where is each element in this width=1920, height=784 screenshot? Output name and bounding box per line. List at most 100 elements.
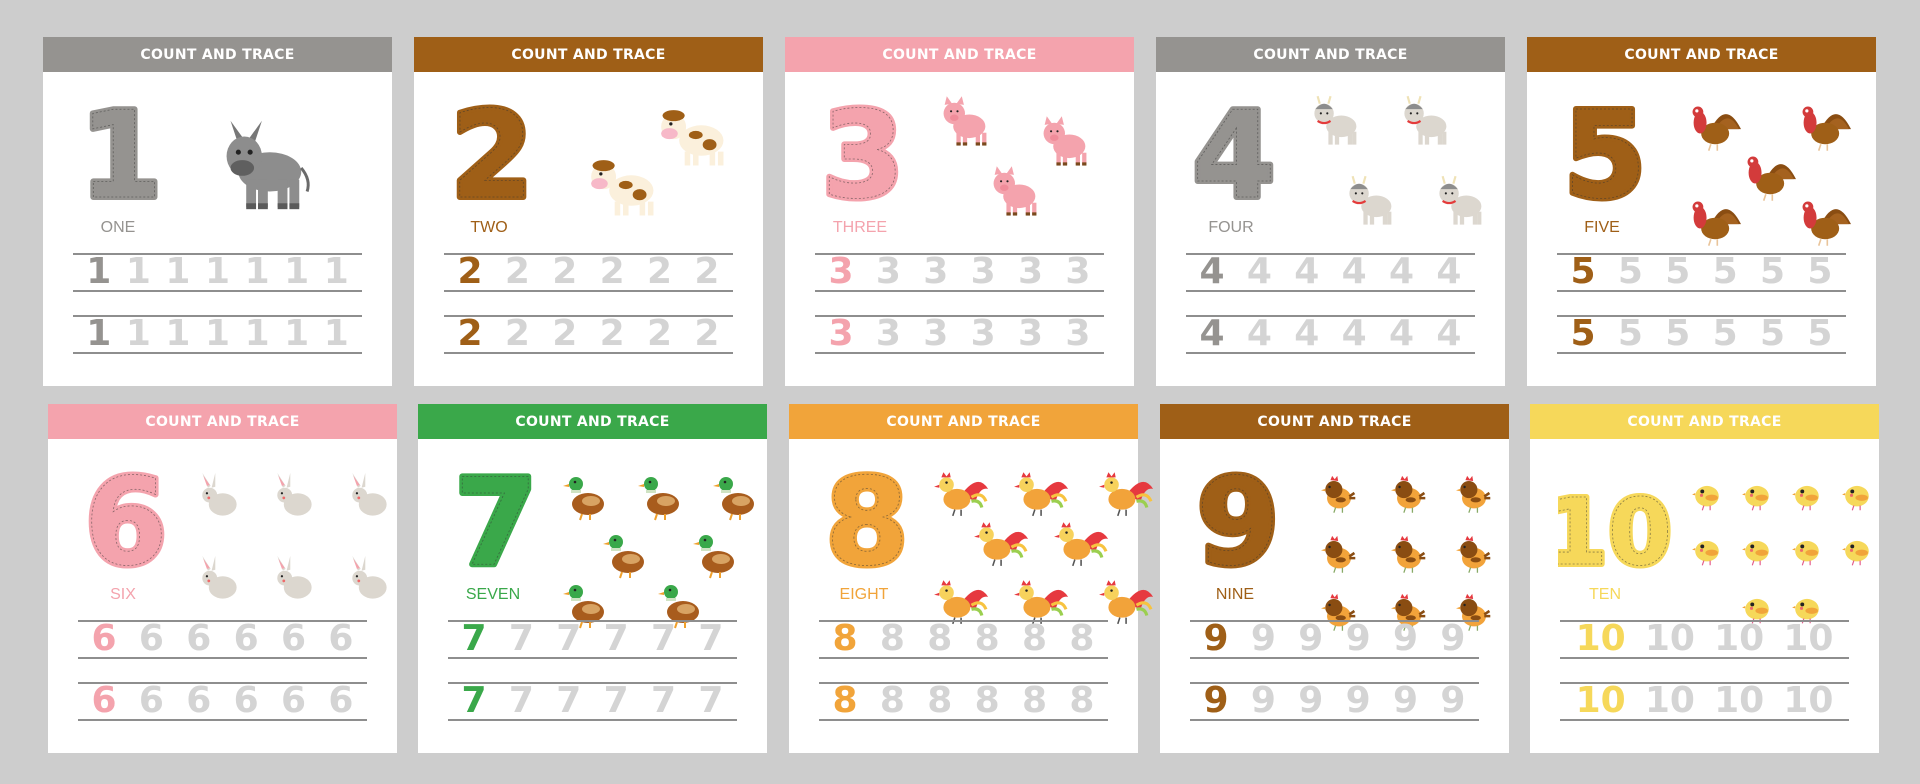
trace-line: 777777 (448, 620, 737, 659)
trace-digit: 7 (556, 618, 582, 659)
trace-digit: 6 (138, 680, 164, 721)
trace-digit: 1 (204, 313, 231, 354)
trace-digit: 3 (970, 251, 996, 292)
trace-digit: 3 (923, 313, 949, 354)
trace-digit: 7 (698, 680, 724, 721)
trace-line: 333333 (815, 253, 1104, 292)
trace-digit: 1 (323, 313, 349, 354)
trace-digit: 8 (879, 618, 905, 659)
turkey-icon (1737, 149, 1799, 209)
trace-digit: 4 (1294, 251, 1320, 292)
trace-digit: 7 (556, 680, 582, 721)
trace-digit: 7 (698, 618, 724, 659)
rooster-icon (1049, 516, 1109, 574)
tracing-numeral-shape: 6 6 (81, 451, 171, 596)
card-header: COUNT AND TRACE (785, 37, 1134, 72)
trace-digit: 5 (1665, 313, 1691, 354)
sample-digit: 3 (828, 313, 854, 354)
trace-digit: 9 (1393, 618, 1419, 659)
chick-icon (1735, 471, 1779, 519)
rabbit-icon (268, 471, 320, 527)
animal-group (925, 79, 1125, 249)
trace-digit: 9 (1393, 680, 1419, 721)
trace-digit: 1 (244, 313, 270, 354)
trace-digit: 3 (1018, 251, 1044, 292)
trace-line: 666666 (78, 682, 367, 721)
turkey-icon (1682, 194, 1744, 254)
turkey-icon (1792, 99, 1854, 159)
sample-digit: 1 (86, 251, 112, 292)
sample-digit: 2 (457, 313, 483, 354)
sample-digit: 5 (1570, 251, 1596, 292)
trace-digit: 7 (651, 680, 677, 721)
trace-digit: 9 (1345, 618, 1371, 659)
rabbit-icon (268, 554, 320, 610)
animal-group (554, 79, 754, 249)
hen-icon (1385, 468, 1433, 522)
trace-digit: 8 (1022, 680, 1048, 721)
sample-digit: 4 (1199, 251, 1225, 292)
trace-digit: 2 (599, 251, 625, 292)
trace-line: 1111111 (73, 253, 362, 292)
trace-line: 888888 (819, 682, 1108, 721)
svg-text:9: 9 (1196, 454, 1280, 584)
sample-digit: 10 (1575, 618, 1626, 659)
hen-icon (1385, 528, 1433, 582)
sample-digit: 8 (832, 618, 858, 659)
card-header: COUNT AND TRACE (414, 37, 763, 72)
tracing-numeral-shape: 2 2 (447, 84, 537, 229)
trace-line: 10 10 10 10 (1560, 682, 1849, 721)
trace-digit: 6 (233, 618, 259, 659)
trace-digit: 5 (1712, 313, 1738, 354)
trace-digit: 2 (647, 251, 673, 292)
trace-line: 666666 (78, 620, 367, 659)
trace-line: 888888 (819, 620, 1108, 659)
trace-digit: 1 (125, 251, 151, 292)
trace-digit: 7 (508, 618, 534, 659)
worksheet-card-ten: COUNT AND TRACE 10 10 TEN 10 10 10 10 10 10 10 1… (1530, 404, 1879, 753)
tracing-numeral: 3 3 (813, 84, 923, 229)
trace-line: 777777 (448, 682, 737, 721)
number-word: THREE (832, 219, 888, 236)
worksheet-card-four: COUNT AND TRACE 4 4 FOUR 4 4 4 4 4 4 4 4… (1156, 37, 1505, 386)
trace-digit: 1 (244, 251, 270, 292)
card-header: COUNT AND TRACE (418, 404, 767, 439)
svg-text:7: 7 (454, 454, 538, 584)
trace-digit: 4 (1341, 313, 1367, 354)
trace-digit: 10 (1714, 680, 1765, 721)
tracing-numeral-shape: 10 10 (1541, 476, 1675, 589)
pig-icon (985, 164, 1045, 224)
tracing-numeral-shape: 5 5 (1560, 84, 1650, 229)
worksheet-card-two: COUNT AND TRACE 2 2 TWO 222222222222 (414, 37, 763, 386)
trace-line: 10 10 10 10 (1560, 620, 1849, 659)
animal-group (1667, 79, 1867, 249)
trace-digit: 1 (284, 313, 310, 354)
trace-digit: 6 (281, 618, 307, 659)
trace-digit: 8 (974, 618, 1000, 659)
trace-digit: 2 (694, 251, 720, 292)
goat-icon (1396, 94, 1458, 154)
trace-digit: 4 (1389, 251, 1415, 292)
sample-digit: 7 (461, 618, 487, 659)
trace-digit: 1 (165, 251, 191, 292)
trace-digit: 2 (552, 313, 578, 354)
trace-digit: 8 (974, 680, 1000, 721)
trace-digit: 9 (1250, 680, 1276, 721)
number-word: FOUR (1208, 219, 1254, 236)
trace-digit: 1 (204, 251, 231, 292)
trace-digit: 6 (281, 680, 307, 721)
trace-digit: 8 (1069, 680, 1095, 721)
trace-digit: 8 (1022, 618, 1048, 659)
trace-digit: 1 (125, 313, 151, 354)
sample-digit: 2 (457, 251, 483, 292)
svg-text:8: 8 (825, 454, 909, 584)
sample-digit: 4 (1199, 313, 1225, 354)
animal-group (1670, 446, 1870, 624)
trace-digit: 6 (186, 618, 212, 659)
hen-icon (1450, 528, 1498, 582)
trace-digit: 3 (1018, 313, 1044, 354)
trace-line: 444444 (1186, 315, 1475, 354)
animal-group (188, 446, 388, 616)
trace-digit: 10 (1783, 680, 1834, 721)
trace-digit: 5 (1760, 313, 1786, 354)
